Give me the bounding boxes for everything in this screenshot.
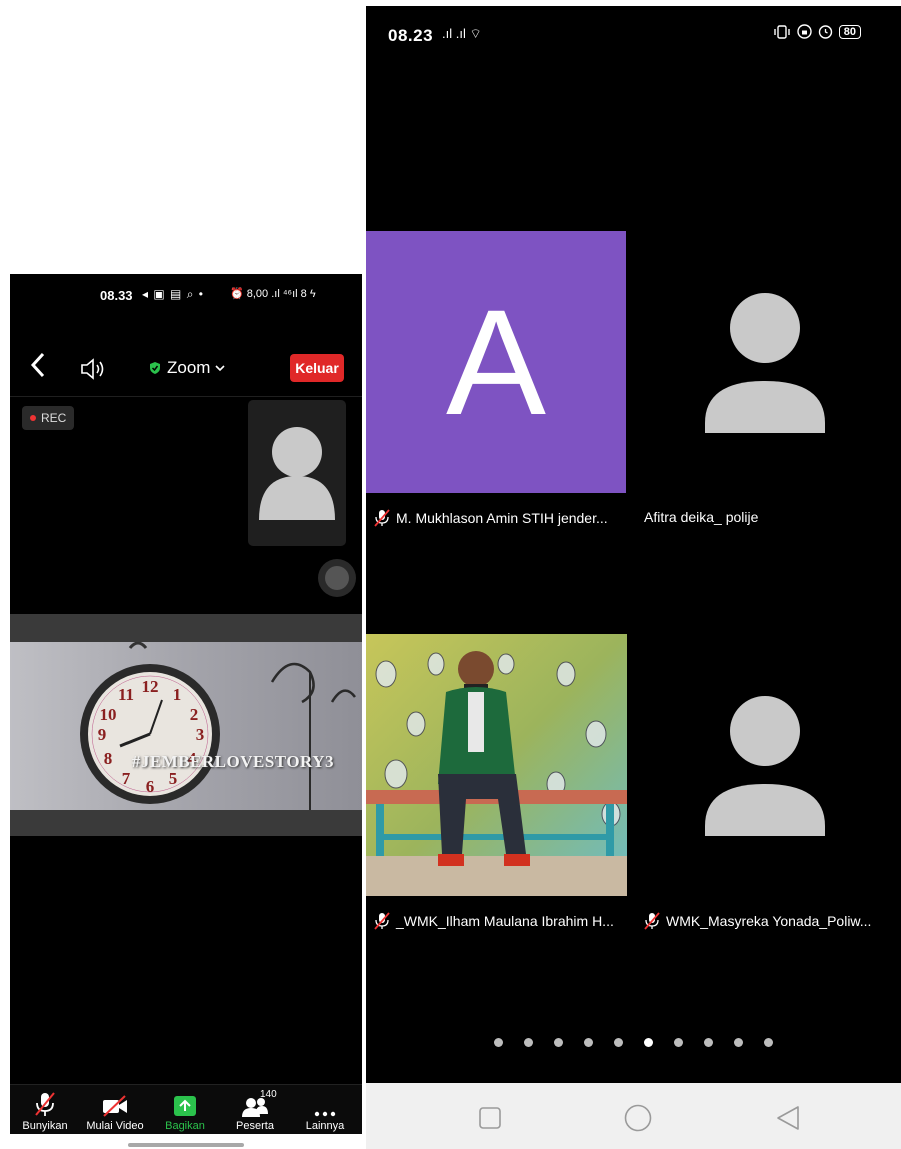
back-icon[interactable] <box>30 352 46 378</box>
status-time: 08.33 <box>100 288 133 303</box>
meeting-topbar: Zoom Keluar <box>10 336 362 396</box>
participant-photo <box>366 634 627 896</box>
meeting-title: Zoom <box>167 358 211 377</box>
participant-tile-3[interactable] <box>366 634 627 896</box>
participant-name-label: _WMK_Ilham Maulana Ibrahim H... <box>396 913 614 929</box>
svg-text:7: 7 <box>122 769 131 788</box>
lock-rotation-icon <box>797 24 812 39</box>
svg-text:3: 3 <box>196 725 205 744</box>
battery-icon: 80 <box>838 24 861 39</box>
participant-name-1: M. Mukhlason Amin STIH jender... <box>374 509 608 527</box>
page-dot[interactable] <box>494 1038 503 1047</box>
page-dot[interactable] <box>764 1038 773 1047</box>
participant-tile-1[interactable]: A <box>366 231 626 493</box>
alarm-icon <box>818 25 832 39</box>
mic-muted-icon <box>374 509 390 527</box>
shared-video-frame: 12 1 2 345 678 9 10 11 #JEMBERLOVESTORY3 <box>10 642 362 810</box>
share-label: Bagikan <box>165 1120 205 1132</box>
svg-text:8: 8 <box>104 749 113 768</box>
meeting-toolbar: Bunyikan Mulai Video Bagikan 140 Peserta… <box>10 1084 362 1134</box>
participants-count-badge: 140 <box>260 1089 277 1100</box>
status-bar: 08.33 ◂ ▣ ▤ ⌕ • ⏰ 8,00 .ıl ⁴⁶ıl 8 ϟ <box>10 274 362 314</box>
svg-text:10: 10 <box>100 705 117 724</box>
status-notification-icons: ◂ ▣ ▤ ⌕ • <box>142 287 204 301</box>
clock-image: 12 12 345 678 91011 <box>80 642 357 810</box>
participant-tile-2[interactable] <box>634 231 894 493</box>
recording-badge: REC <box>22 406 75 430</box>
participant-name-3: _WMK_Ilham Maulana Ibrahim H... <box>374 912 614 930</box>
share-icon <box>174 1096 196 1116</box>
recent-apps-icon[interactable] <box>479 1107 501 1129</box>
status-system-icons: 80 <box>773 24 861 39</box>
page-indicator <box>366 1038 901 1047</box>
mute-label: Bunyikan <box>22 1120 68 1132</box>
rec-label: REC <box>41 411 67 425</box>
home-indicator[interactable] <box>128 1143 244 1147</box>
participant-name-label: WMK_Masyreka Yonada_Poliw... <box>666 913 872 929</box>
status-time: 08.23 <box>388 26 434 45</box>
svg-text:2: 2 <box>190 705 199 724</box>
svg-text:9: 9 <box>98 725 107 744</box>
mute-button[interactable]: Bunyikan <box>10 1091 80 1132</box>
mic-muted-icon <box>644 912 660 930</box>
svg-text:11: 11 <box>118 685 134 704</box>
start-video-label: Mulai Video <box>86 1120 144 1132</box>
page-dot[interactable] <box>734 1038 743 1047</box>
more-label: Lainnya <box>305 1120 345 1132</box>
person-placeholder-icon <box>259 427 335 520</box>
svg-text:12: 12 <box>142 677 159 696</box>
android-nav-bar <box>366 1083 901 1149</box>
video-hashtag: #JEMBERLOVESTORY3 <box>131 752 334 771</box>
page-dot[interactable] <box>554 1038 563 1047</box>
participant-tile-4[interactable] <box>634 634 894 896</box>
page-dot[interactable] <box>644 1038 653 1047</box>
shared-screen: 12 1 2 345 678 9 10 11 #JEMBERLOVESTORY3 <box>10 614 362 836</box>
page-dot[interactable] <box>524 1038 533 1047</box>
chevron-down-icon <box>215 365 226 372</box>
more-icon <box>314 1111 336 1117</box>
page-dot[interactable] <box>614 1038 623 1047</box>
speaker-icon[interactable] <box>80 358 106 380</box>
participants-button[interactable]: 140 Peserta <box>220 1089 290 1132</box>
page-dot[interactable] <box>704 1038 713 1047</box>
start-video-button[interactable]: Mulai Video <box>80 1091 150 1132</box>
participants-icon <box>242 1098 268 1117</box>
person-placeholder-icon <box>705 293 825 433</box>
home-icon[interactable] <box>624 1104 652 1132</box>
avatar-initial: A <box>445 277 547 446</box>
back-nav-icon[interactable] <box>776 1105 800 1131</box>
page-dot[interactable] <box>584 1038 593 1047</box>
mic-muted-icon <box>374 912 390 930</box>
participants-label: Peserta <box>236 1120 274 1132</box>
self-video-tile[interactable] <box>248 400 346 546</box>
share-button[interactable]: Bagikan <box>150 1091 220 1132</box>
more-button[interactable]: Lainnya <box>290 1091 360 1132</box>
page-dot[interactable] <box>674 1038 683 1047</box>
rec-dot-icon <box>30 415 36 421</box>
status-system-icons: ⏰ 8,00 .ıl ⁴⁶ıl 8 ϟ <box>230 288 316 300</box>
svg-text:1: 1 <box>173 685 182 704</box>
floating-control-button[interactable] <box>318 559 356 597</box>
vibrate-icon <box>774 24 790 39</box>
signal-wifi-icon: .ıl .ıl ⌔ <box>442 26 482 41</box>
participant-name-label: M. Mukhlason Amin STIH jender... <box>396 510 608 526</box>
person-placeholder-icon <box>705 696 825 836</box>
shield-check-icon <box>150 362 160 374</box>
topbar-divider <box>10 396 362 397</box>
leave-button[interactable]: Keluar <box>290 354 344 382</box>
meeting-title-dropdown[interactable]: Zoom <box>148 358 226 378</box>
participant-name-4: WMK_Masyreka Yonada_Poliw... <box>644 912 871 930</box>
svg-text:6: 6 <box>146 777 155 796</box>
left-zoom-screen: 08.33 ◂ ▣ ▤ ⌕ • ⏰ 8,00 .ıl ⁴⁶ıl 8 ϟ Zoom… <box>10 274 362 1134</box>
participant-name-label: Afitra deika_ polije <box>644 509 759 525</box>
right-zoom-gallery-screen: 08.23 .ıl .ıl ⌔ 80 A M. Mukhlason Amin S… <box>366 6 901 1149</box>
participant-name-2: Afitra deika_ polije <box>644 509 758 525</box>
mic-off-icon <box>35 1092 55 1116</box>
video-off-icon <box>103 1095 127 1117</box>
